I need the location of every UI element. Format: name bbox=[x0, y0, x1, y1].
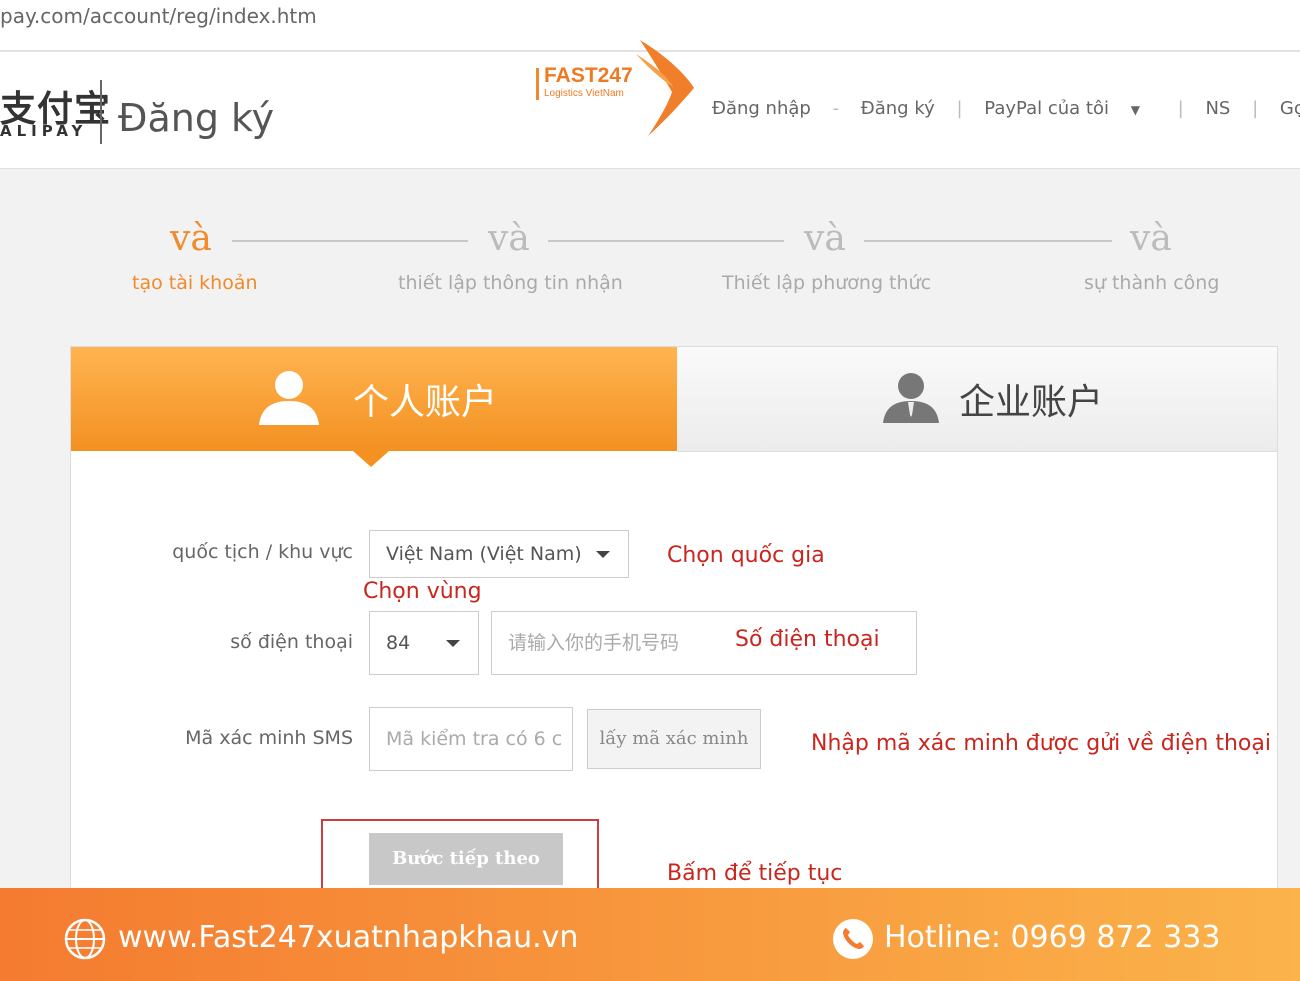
footer-website[interactable]: www.Fast247xuatnhapkhau.vn bbox=[118, 920, 578, 955]
nav-separator: | bbox=[1252, 98, 1259, 119]
step-3-label: Thiết lập phương thức bbox=[722, 272, 932, 294]
footer-banner: www.Fast247xuatnhapkhau.vn Hotline: 0969… bbox=[0, 888, 1300, 981]
fast247-watermark-logo: FAST247 Logistics VietNam bbox=[534, 38, 704, 138]
active-tab-pointer bbox=[353, 451, 389, 467]
nationality-label: quốc tịch / khu vực bbox=[172, 541, 353, 563]
phone-icon bbox=[833, 919, 873, 959]
logo-divider bbox=[100, 80, 102, 144]
nav-login-link[interactable]: Đăng nhập bbox=[712, 98, 811, 119]
nav-suggest-link[interactable]: Gợi ý bbox=[1280, 98, 1300, 119]
step-2-number: và bbox=[488, 218, 530, 259]
brand-name: FAST247 bbox=[544, 64, 633, 87]
nav-mypaypal-label: PayPal của tôi bbox=[984, 98, 1109, 119]
nav-separator: - bbox=[832, 98, 840, 119]
registration-steps: và và và và tạo tài khoản thiết lập thôn… bbox=[0, 168, 1300, 338]
site-header: 支付宝 ALIPAY Đăng ký FAST247 Logistics Vie… bbox=[0, 40, 1300, 169]
tab-personal-account[interactable]: 个人账户 bbox=[71, 347, 677, 451]
nav-separator: | bbox=[956, 98, 963, 119]
annotation-choose-region: Chọn vùng bbox=[363, 579, 482, 604]
sms-code-placeholder: Mã kiểm tra có 6 c bbox=[386, 728, 563, 750]
step-2-label: thiết lập thông tin nhận bbox=[398, 272, 623, 294]
wing-arrow-icon bbox=[636, 40, 694, 136]
chevron-down-icon bbox=[596, 551, 610, 558]
brand-sub: Logistics VietNam bbox=[544, 88, 624, 99]
next-step-button[interactable]: Bước tiếp theo bbox=[369, 833, 563, 885]
chevron-down-icon bbox=[446, 640, 460, 647]
globe-icon bbox=[64, 918, 106, 960]
alipay-logo-en[interactable]: ALIPAY bbox=[0, 122, 87, 140]
registration-card: 个人账户 企业账户 quốc tịch / khu vực Việt Nam (… bbox=[70, 346, 1278, 909]
tab-business-account[interactable]: 企业账户 bbox=[677, 347, 1277, 452]
country-code-select[interactable]: 84 bbox=[369, 611, 479, 675]
nav-separator: | bbox=[1177, 98, 1184, 119]
nationality-select[interactable]: Việt Nam (Việt Nam) bbox=[369, 530, 629, 578]
step-connector bbox=[548, 240, 784, 242]
business-user-icon bbox=[883, 373, 939, 423]
page-title: Đăng ký bbox=[118, 96, 275, 140]
sms-code-label: Mã xác minh SMS bbox=[185, 727, 353, 749]
step-connector bbox=[864, 240, 1112, 242]
top-navigation: Đăng nhập - Đăng ký | PayPal của tôi ▼ |… bbox=[712, 98, 1300, 119]
get-code-button[interactable]: lấy mã xác minh bbox=[587, 709, 761, 769]
nav-register-link[interactable]: Đăng ký bbox=[861, 98, 935, 119]
phone-placeholder: 请输入你的手机号码 bbox=[508, 632, 680, 654]
chevron-down-icon: ▼ bbox=[1130, 103, 1140, 117]
country-code-value: 84 bbox=[386, 632, 411, 654]
nav-mypaypal-link[interactable]: PayPal của tôi ▼ bbox=[984, 98, 1156, 119]
annotation-click-continue: Bấm để tiếp tục bbox=[667, 861, 843, 886]
nationality-value: Việt Nam (Việt Nam) bbox=[386, 543, 582, 565]
phone-label: số điện thoại bbox=[230, 631, 353, 653]
tab-business-label: 企业账户 bbox=[959, 382, 1104, 423]
step-1-number: và bbox=[170, 218, 212, 259]
url-text[interactable]: pay.com/account/reg/index.htm bbox=[0, 4, 317, 28]
brand-bar bbox=[536, 68, 539, 100]
user-icon bbox=[259, 371, 319, 425]
tab-personal-label: 个人账户 bbox=[353, 382, 498, 423]
step-connector bbox=[232, 240, 468, 242]
step-4-label: sự thành công bbox=[1084, 272, 1218, 294]
annotation-choose-country: Chọn quốc gia bbox=[667, 543, 825, 568]
sms-code-input[interactable]: Mã kiểm tra có 6 c bbox=[369, 707, 573, 771]
step-4-number: và bbox=[1130, 218, 1172, 259]
annotation-enter-code: Nhập mã xác minh được gửi về điện thoại bbox=[811, 731, 1271, 756]
step-1-label: tạo tài khoản bbox=[132, 272, 258, 294]
nav-ns-link[interactable]: NS bbox=[1205, 98, 1230, 119]
footer-hotline[interactable]: Hotline: 0969 872 333 bbox=[884, 920, 1220, 955]
step-3-number: và bbox=[804, 218, 846, 259]
annotation-phone-number: Số điện thoại bbox=[735, 627, 880, 652]
